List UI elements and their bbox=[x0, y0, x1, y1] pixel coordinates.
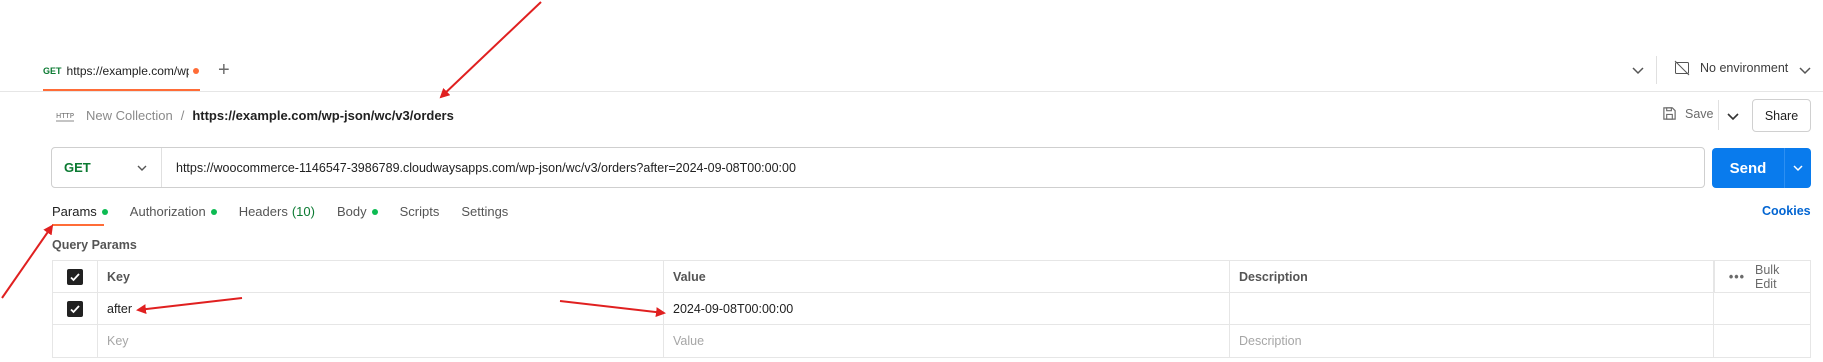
param-description-cell[interactable] bbox=[1230, 293, 1714, 324]
breadcrumb-collection[interactable]: New Collection bbox=[86, 108, 173, 123]
method-label: GET bbox=[64, 160, 91, 175]
tab-scripts[interactable]: Scripts bbox=[400, 204, 440, 219]
row-checkbox[interactable] bbox=[53, 293, 98, 324]
save-options-chevron-icon[interactable] bbox=[1725, 108, 1741, 124]
save-icon bbox=[1663, 107, 1676, 120]
select-all-checkbox[interactable] bbox=[53, 261, 98, 292]
unsaved-dot-icon bbox=[192, 67, 199, 74]
table-row: after 2024-09-08T00:00:00 bbox=[53, 293, 1810, 325]
body-status-dot-icon bbox=[371, 208, 378, 215]
more-options-icon[interactable]: ••• bbox=[1729, 270, 1745, 284]
key-placeholder-input[interactable]: Key bbox=[98, 325, 664, 357]
description-placeholder-input[interactable]: Description bbox=[1230, 325, 1714, 357]
method-select[interactable]: GET bbox=[52, 148, 162, 187]
breadcrumb: New Collection / https://example.com/wp-… bbox=[86, 108, 454, 123]
breadcrumb-request-name[interactable]: https://example.com/wp-json/wc/v3/orders bbox=[192, 108, 454, 123]
tab-headers-label: Headers bbox=[238, 204, 288, 219]
breadcrumb-separator: / bbox=[180, 108, 185, 123]
save-divider bbox=[1718, 100, 1719, 130]
request-tabs: Params Authorization Headers (10) Body S… bbox=[52, 204, 530, 219]
active-tab-underline bbox=[52, 224, 104, 226]
tab-authorization-label: Authorization bbox=[129, 204, 206, 219]
arrow-to-request-name bbox=[439, 1, 542, 99]
tabs-chevron-down-icon[interactable] bbox=[1630, 62, 1646, 78]
bulk-edit-button[interactable]: Bulk Edit bbox=[1755, 263, 1798, 291]
params-status-dot-icon bbox=[101, 208, 108, 215]
env-divider bbox=[1656, 56, 1657, 84]
no-environment-icon bbox=[1674, 60, 1690, 76]
empty-checkbox-cell bbox=[53, 325, 98, 357]
request-url-bar: GET https://woocommerce-1146547-3986789.… bbox=[51, 147, 1705, 188]
tab-authorization[interactable]: Authorization bbox=[130, 204, 217, 219]
value-placeholder-input[interactable]: Value bbox=[664, 325, 1230, 357]
empty-row-actions bbox=[1714, 325, 1810, 357]
send-options-chevron-icon[interactable] bbox=[1785, 162, 1811, 174]
table-row-empty: Key Value Description bbox=[53, 325, 1810, 357]
column-header-description: Description bbox=[1230, 261, 1714, 292]
tab-settings[interactable]: Settings bbox=[461, 204, 508, 219]
svg-text:HTTP: HTTP bbox=[56, 112, 74, 120]
headers-count: (10) bbox=[291, 204, 315, 219]
save-label: Save bbox=[1685, 106, 1714, 121]
query-params-table: Key Value Description ••• Bulk Edit afte… bbox=[52, 260, 1811, 358]
checkbox-checked-icon bbox=[67, 300, 83, 317]
tab-body-label: Body bbox=[336, 204, 367, 219]
header-actions: ••• Bulk Edit bbox=[1714, 260, 1810, 293]
tab-settings-label: Settings bbox=[461, 204, 509, 219]
send-button[interactable]: Send bbox=[1712, 148, 1811, 188]
environment-selector[interactable]: No environment bbox=[1674, 60, 1788, 76]
tabbar-divider bbox=[0, 91, 1823, 92]
param-key-cell[interactable]: after bbox=[98, 293, 664, 324]
tab-url: https://example.com/wp bbox=[66, 63, 189, 78]
http-request-icon: HTTP bbox=[56, 112, 74, 122]
tab-method: GET bbox=[43, 65, 62, 76]
environment-chevron-down-icon[interactable] bbox=[1797, 62, 1813, 78]
tab-params-label: Params bbox=[52, 204, 97, 219]
share-button[interactable]: Share bbox=[1752, 99, 1811, 132]
table-header-row: Key Value Description ••• Bulk Edit bbox=[53, 260, 1810, 293]
save-button[interactable]: Save bbox=[1662, 106, 1714, 121]
method-chevron-down-icon bbox=[137, 165, 147, 171]
bulk-divider bbox=[1714, 260, 1715, 293]
column-header-value: Value bbox=[664, 261, 1230, 292]
query-params-title: Query Params bbox=[52, 238, 137, 252]
column-header-key: Key bbox=[98, 261, 664, 292]
send-label: Send bbox=[1729, 159, 1767, 177]
new-tab-plus-icon[interactable]: + bbox=[218, 60, 230, 80]
url-input[interactable]: https://woocommerce-1146547-3986789.clou… bbox=[162, 161, 796, 175]
authorization-status-dot-icon bbox=[210, 208, 217, 215]
tab-headers[interactable]: Headers (10) bbox=[239, 204, 315, 219]
arrow-to-params-tab bbox=[1, 224, 54, 299]
tab-body[interactable]: Body bbox=[337, 204, 378, 219]
cookies-link[interactable]: Cookies bbox=[1762, 204, 1811, 218]
param-value-cell[interactable]: 2024-09-08T00:00:00 bbox=[664, 293, 1230, 324]
environment-label: No environment bbox=[1700, 61, 1789, 75]
request-tab[interactable]: GET https://example.com/wp bbox=[43, 52, 200, 91]
row-actions bbox=[1714, 293, 1810, 324]
checkbox-checked-icon bbox=[67, 268, 83, 285]
tab-scripts-label: Scripts bbox=[399, 204, 440, 219]
tab-params[interactable]: Params bbox=[52, 204, 108, 219]
